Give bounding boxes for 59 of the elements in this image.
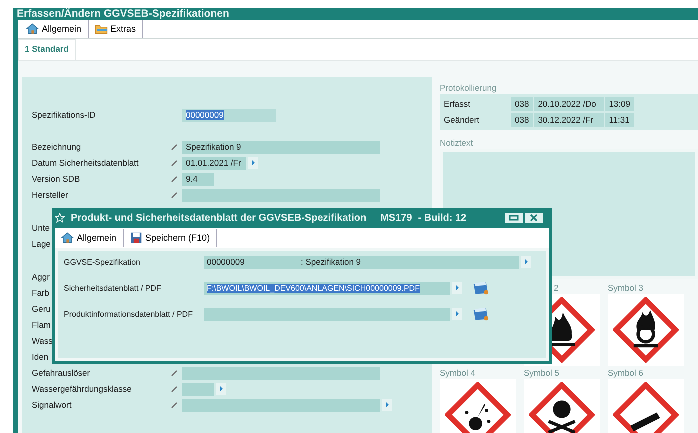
input-field[interactable]: Spezifikation 9	[182, 140, 380, 154]
field-label: Flam	[32, 320, 51, 330]
field-label: Wass	[32, 336, 53, 346]
time-cell: 13:09	[605, 97, 634, 111]
field-label: Lage	[32, 239, 51, 249]
id-field[interactable]: 00000009	[182, 108, 276, 122]
close-icon[interactable]	[525, 213, 543, 223]
field-label: Spezifikations-ID	[32, 110, 97, 120]
section-title: Protokollierung	[440, 83, 498, 93]
field-label: Iden	[32, 352, 49, 362]
input-field[interactable]	[182, 382, 214, 396]
field-label: Version SDB	[32, 174, 82, 184]
hazard-oxidizer-icon	[613, 297, 679, 363]
field-label: Aggr	[32, 272, 50, 282]
field-label: Produktinformationsdatenblatt / PDF	[64, 310, 194, 318]
build-number: - Build: 12	[418, 212, 467, 224]
field-label: GGVSE-Spezifikation	[64, 258, 142, 266]
folder-icon	[94, 23, 108, 35]
file-path-field[interactable]	[204, 308, 450, 320]
date-cell: 30.12.2022 /Fr	[534, 113, 604, 127]
file-open-icon[interactable]	[472, 280, 490, 296]
file-path-field[interactable]: F:\BWOIL\BWOIL_DEV600\ANLAGEN\SICH00000009.PDF	[204, 282, 450, 294]
tab[interactable]: 1 Standard	[18, 39, 76, 60]
field-label: Gefahrauslöser	[32, 368, 92, 378]
window-title: Erfassen/Ändern GGVSEB-Spezifikationen	[17, 8, 230, 20]
field-label: Unte	[32, 223, 50, 233]
star-icon[interactable]	[55, 213, 65, 223]
symbol-label: Symbol 5	[524, 368, 560, 379]
field-label: Hersteller	[32, 190, 70, 200]
field-label: Geru	[32, 304, 51, 314]
field-label: Bezeichnung	[32, 142, 82, 152]
field-label: Datum Sicherheitsdatenblatt	[32, 158, 140, 168]
field-label: Signalwort	[32, 400, 73, 410]
date-field[interactable]: 01.01.2021 /Fr	[182, 156, 246, 170]
field-label: Wassergefährdungsklasse	[32, 384, 133, 394]
field-label: Farb	[32, 288, 50, 298]
input-field[interactable]: 9.4	[182, 172, 214, 186]
symbol-label: Symbol 3	[608, 283, 644, 294]
field-label: Geändert	[444, 115, 480, 125]
symbol-label: Symbol 6	[608, 368, 644, 379]
field-label: Sicherheitsdatenblatt / PDF	[64, 284, 162, 292]
time-cell: 11:31	[605, 113, 634, 127]
date-cell: 20.10.2022 /Do	[534, 97, 604, 111]
file-open-icon[interactable]	[472, 306, 490, 322]
user-cell: 038	[511, 97, 534, 111]
reference-field[interactable]: 00000009 : Spezifikation 9	[204, 256, 519, 268]
dialog-title: Produkt- und Sicherheitsdatenblatt der GGVSEB-Spezifikation	[71, 212, 367, 224]
symbol-label: 2	[553, 283, 560, 294]
symbol-label: Symbol 4	[440, 368, 476, 379]
home-icon	[26, 23, 39, 35]
input-field[interactable]	[182, 366, 380, 380]
user-cell: 038	[511, 113, 534, 127]
section-title: Notiztext	[440, 138, 474, 148]
minimize-icon[interactable]	[505, 213, 523, 223]
input-field[interactable]	[182, 398, 380, 412]
input-field[interactable]	[182, 188, 380, 202]
program-code: MS179	[380, 212, 412, 224]
home-icon	[61, 232, 74, 244]
field-label: Erfasst	[444, 99, 472, 109]
